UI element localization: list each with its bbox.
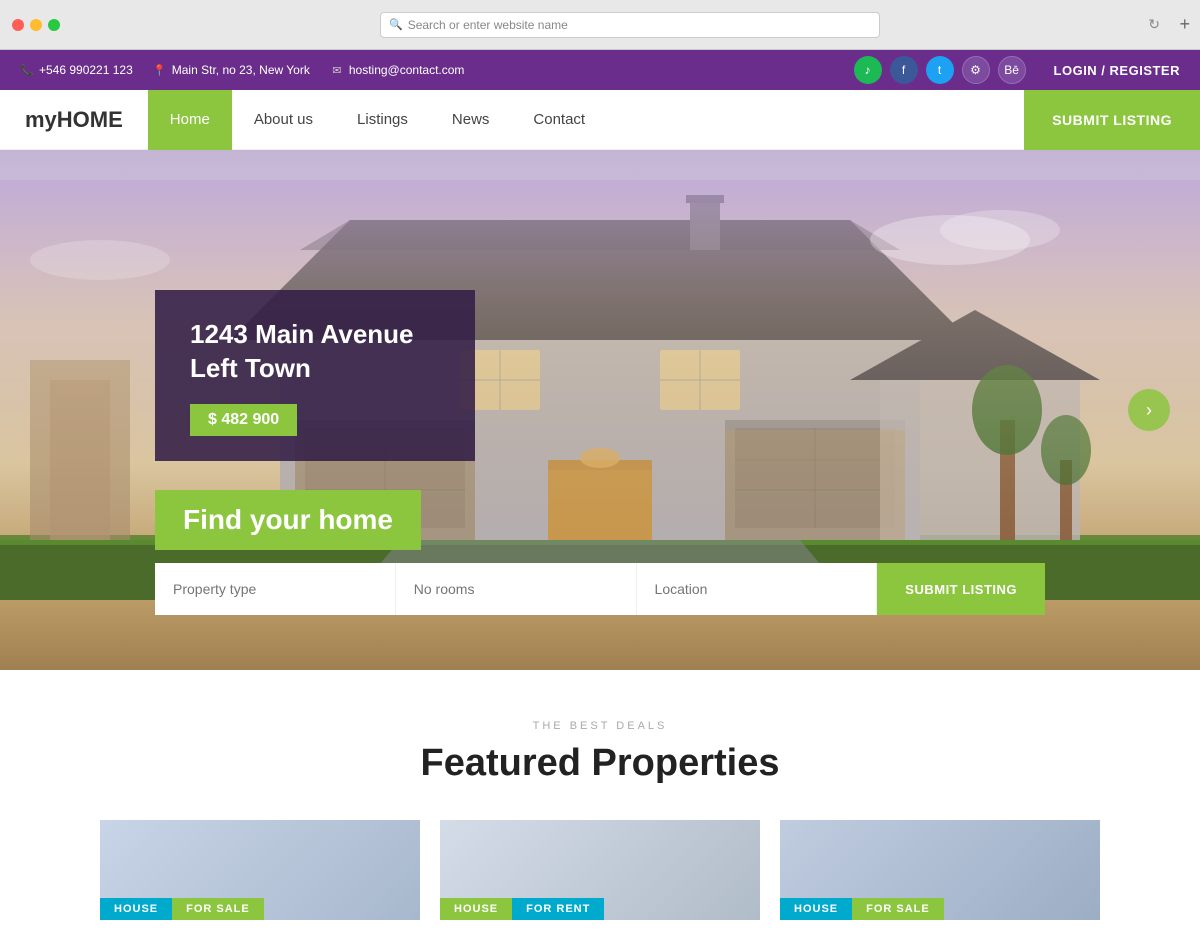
- house-badge-2: HOUSE: [440, 898, 512, 920]
- brand-prefix: my: [25, 107, 57, 132]
- new-tab-button[interactable]: +: [1179, 14, 1190, 35]
- property-card-3[interactable]: HOUSE FOR SALE: [780, 820, 1100, 920]
- brand-logo[interactable]: myHOME: [0, 107, 148, 133]
- property-card-1[interactable]: HOUSE FOR SALE: [100, 820, 420, 920]
- address-text: Main Str, no 23, New York: [172, 63, 310, 77]
- topbar: 📞 +546 990221 123 📍 Main Str, no 23, New…: [0, 50, 1200, 90]
- address-text: Search or enter website name: [408, 18, 568, 32]
- submit-listing-button[interactable]: SUBMIT LISTING: [1024, 90, 1200, 150]
- search-bar: SUBMIT LISTING: [155, 563, 1045, 615]
- hero-next-arrow[interactable]: ›: [1128, 389, 1170, 431]
- refresh-button[interactable]: ↻: [1148, 16, 1160, 33]
- search-submit-button[interactable]: SUBMIT LISTING: [877, 563, 1045, 615]
- browser-dots: [12, 19, 60, 31]
- location-input[interactable]: [637, 563, 878, 615]
- spotify-button[interactable]: ♪: [854, 56, 882, 84]
- topbar-right: ♪ f t ⚙ Bē LOGIN / REGISTER: [854, 56, 1180, 84]
- settings-button[interactable]: ⚙: [962, 56, 990, 84]
- twitter-button[interactable]: t: [926, 56, 954, 84]
- property-type-input[interactable]: [155, 563, 396, 615]
- login-register-button[interactable]: LOGIN / REGISTER: [1054, 63, 1180, 78]
- property-card-2[interactable]: HOUSE FOR RENT: [440, 820, 760, 920]
- website: 📞 +546 990221 123 📍 Main Str, no 23, New…: [0, 50, 1200, 950]
- navbar: myHOME Home About us Listings News Conta…: [0, 90, 1200, 150]
- featured-section: THE BEST DEALS Featured Properties HOUSE…: [0, 670, 1200, 950]
- nav-links: Home About us Listings News Contact: [148, 90, 1024, 150]
- property-title: 1243 Main Avenue Left Town: [190, 318, 440, 386]
- location-icon: 📍: [153, 63, 167, 77]
- property-image-3: HOUSE FOR SALE: [780, 820, 1100, 920]
- find-home-banner: Find your home: [155, 490, 421, 550]
- topbar-address: 📍 Main Str, no 23, New York: [153, 63, 310, 77]
- find-home-text: Find your home: [183, 504, 393, 535]
- rooms-input[interactable]: [396, 563, 637, 615]
- featured-subtitle: THE BEST DEALS: [40, 720, 1160, 732]
- property-image-2: HOUSE FOR RENT: [440, 820, 760, 920]
- facebook-button[interactable]: f: [890, 56, 918, 84]
- house-badge-1: HOUSE: [100, 898, 172, 920]
- property-cards-row: HOUSE FOR SALE HOUSE FOR RENT HOUSE: [40, 820, 1160, 920]
- minimize-button[interactable]: [30, 19, 42, 31]
- nav-home[interactable]: Home: [148, 90, 232, 150]
- nav-listings[interactable]: Listings: [335, 90, 430, 150]
- phone-icon: 📞: [20, 63, 34, 77]
- property-card: 1243 Main Avenue Left Town $ 482 900: [155, 290, 475, 461]
- featured-title: Featured Properties: [40, 742, 1160, 785]
- maximize-button[interactable]: [48, 19, 60, 31]
- nav-news[interactable]: News: [430, 90, 512, 150]
- house-badge-3: HOUSE: [780, 898, 852, 920]
- topbar-left: 📞 +546 990221 123 📍 Main Str, no 23, New…: [20, 63, 464, 77]
- property-badges-1: HOUSE FOR SALE: [100, 898, 264, 920]
- hero-section: 1243 Main Avenue Left Town $ 482 900 Fin…: [0, 150, 1200, 670]
- property-badges-2: HOUSE FOR RENT: [440, 898, 604, 920]
- topbar-phone: 📞 +546 990221 123: [20, 63, 133, 77]
- close-button[interactable]: [12, 19, 24, 31]
- browser-chrome: 🔍 Search or enter website name ↻ +: [0, 0, 1200, 50]
- sale-badge-1: FOR SALE: [172, 898, 264, 920]
- sale-badge-3: FOR SALE: [852, 898, 944, 920]
- phone-number: +546 990221 123: [39, 63, 133, 77]
- nav-about[interactable]: About us: [232, 90, 335, 150]
- property-image-1: HOUSE FOR SALE: [100, 820, 420, 920]
- email-icon: ✉: [330, 63, 344, 77]
- property-price: $ 482 900: [190, 404, 297, 436]
- address-bar[interactable]: 🔍 Search or enter website name: [380, 12, 880, 38]
- rent-badge-2: FOR RENT: [512, 898, 604, 920]
- brand-suffix: HOME: [57, 107, 123, 132]
- email-text: hosting@contact.com: [349, 63, 465, 77]
- search-icon: 🔍: [389, 18, 403, 31]
- property-badges-3: HOUSE FOR SALE: [780, 898, 944, 920]
- behance-button[interactable]: Bē: [998, 56, 1026, 84]
- nav-contact[interactable]: Contact: [511, 90, 607, 150]
- topbar-email: ✉ hosting@contact.com: [330, 63, 465, 77]
